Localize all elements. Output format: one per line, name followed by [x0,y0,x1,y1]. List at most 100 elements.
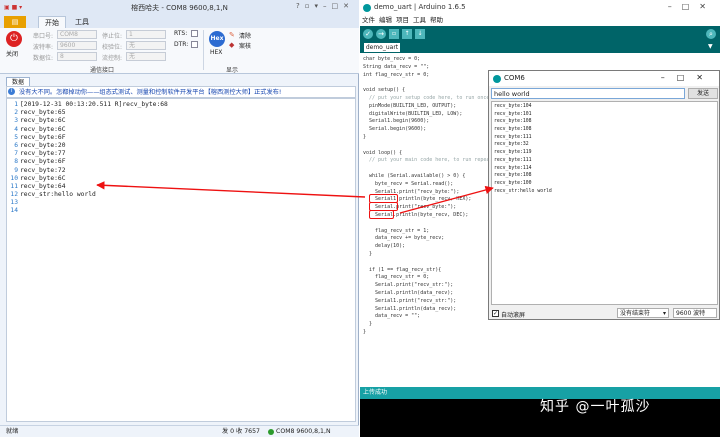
terminal-line: 5 recv_byte:6F [8,134,355,142]
terminal-text: recv_byte:6F [20,133,66,141]
monitor-line: recv_byte:108 [494,119,532,125]
upload-icon[interactable]: → [376,29,386,39]
verify-icon[interactable]: ✓ [363,29,373,39]
sketch-tab[interactable]: demo_uart [364,43,400,52]
flow-select[interactable]: 无 [126,52,166,61]
arduino-logo-icon [363,4,371,12]
ribbon: ⏻ 关闭 串口号: 波特率: 数据位: COM8 9600 8 停止位: 校验位… [0,28,359,74]
quick-access-icons[interactable]: ▣ ■ ▾ [4,4,22,11]
monitor-line: recv_byte:32 [494,142,529,148]
parity-label: 校验位: [102,44,123,51]
autoscroll-label: 自动滚屏 [501,312,526,319]
window-controls[interactable]: ?▫▾–□✕ [296,2,354,10]
terminal-text: [2019-12-31 00:13:20.511 R]recv_byte:68 [20,101,168,108]
terminal-line: 10 recv_byte:6C [8,175,355,183]
terminal-line: 7 recv_byte:77 [8,150,355,158]
receive-terminal[interactable]: 1 [2019-12-31 00:13:20.511 R]recv_byte:68… [6,98,356,422]
left-status-bar: 就绪 发 0 收 7657 COM8 9600,8,1,N [0,425,359,437]
arduino-menu-bar: 文件 编辑 项目 工具 帮助 [360,15,720,26]
save-sketch-icon[interactable]: ↓ [415,29,425,39]
port-select[interactable]: COM8 [57,30,97,39]
tab-menu-icon[interactable]: ▼ [708,43,713,50]
group-serial-label: 通信接口 [90,67,115,74]
menu-item[interactable]: 文件 [362,16,375,24]
menu-item[interactable]: 项目 [396,16,409,24]
line-number: 13 [10,199,18,207]
stopbits-label: 停止位: [102,33,123,40]
stopbits-select[interactable]: 1 [126,30,166,39]
send-button[interactable]: 发送 [688,88,718,99]
data-tab[interactable]: 数据 [6,77,30,86]
line-number: 7 [14,150,18,158]
terminal-text: recv_byte:6C [20,174,66,182]
terminal-line: 6 recv_byte:20 [8,142,355,150]
serial-assistant-window: 榕西哈夫 - COM8 9600,8,1,N ▣ ■ ▾ ?▫▾–□✕ ▤ 开始… [0,0,359,437]
save-button[interactable]: 案核 [239,41,251,50]
databits-select[interactable]: 8 [57,52,97,61]
terminal-line: 13 [8,199,355,207]
autoscroll-checkbox[interactable]: ✓ [492,310,499,317]
monitor-line: recv_byte:100 [494,180,532,186]
monitor-line: recv_byte:119 [494,150,532,156]
terminal-line: 4 recv_byte:6C [8,126,355,134]
monitor-output[interactable]: recv_byte:104 recv_byte:101 recv_byte:108r… [491,101,718,305]
new-icon[interactable]: ▫ [389,29,399,39]
port-label: 串口号: [33,33,54,40]
rts-checkbox[interactable] [191,30,198,37]
menu-item[interactable]: 工具 [413,16,426,24]
group-display-label: 显示 [226,67,239,74]
monitor-window-controls[interactable]: –□✕ [661,73,715,82]
tab-tools[interactable]: 工具 [68,16,96,28]
terminal-line: 14 [8,207,355,215]
parity-select[interactable]: 无 [126,41,166,50]
monitor-bottom-bar: ✓ 自动滚屏 没有结束符 ▾ 9600 波特 [489,307,719,320]
serial-monitor-icon[interactable]: ⌕ [706,29,716,39]
terminal-text: recv_byte:65 [20,109,66,117]
tab-start[interactable]: 开始 [38,16,66,28]
terminal-line: 3 recv_byte:6C [8,117,355,125]
line-number: 3 [14,117,18,125]
line-number: 14 [10,207,18,215]
line-ending-value: 没有结束符 [620,310,651,317]
terminal-line: 8 recv_byte:6F [8,158,355,166]
terminal-text: recv_byte:20 [20,141,66,149]
flow-label: 流控制: [102,55,123,62]
monitor-line: recv_byte:101 [494,111,532,117]
menu-item[interactable]: 帮助 [430,16,443,24]
baud-select[interactable]: 9600 [57,41,97,50]
close-port-label[interactable]: 关闭 [6,49,18,58]
line-number: 10 [10,174,18,182]
dtr-checkbox[interactable] [191,41,198,48]
clear-button[interactable]: 清除 [239,31,251,40]
ribbon-divider [203,30,204,70]
notice-text[interactable]: 没有大不同。怎都掉动你——组态式测试、测量和控制软件开发平台【榕西测控大师】正式… [19,89,281,96]
monitor-line: recv_byte:104 [494,104,532,109]
baud-rate-select[interactable]: 9600 波特 [673,308,717,318]
arduino-window-controls[interactable]: –□✕ [668,2,716,11]
hex-label[interactable]: HEX [210,49,222,56]
monitor-input[interactable]: hello world [491,88,685,99]
terminal-text: recv_byte:6C [20,125,66,133]
eraser-icon: ✎ [229,31,235,39]
menu-item[interactable]: 编辑 [379,16,392,24]
line-ending-select[interactable]: 没有结束符 ▾ [617,308,669,318]
monitor-logo-icon [493,75,501,83]
terminal-text: recv_byte:6F [20,158,66,166]
arduino-title: demo_uart | Arduino 1.6.5 [360,0,720,15]
power-icon[interactable]: ⏻ [6,31,22,47]
open-icon[interactable]: ↑ [402,29,412,39]
code-line: } [363,321,373,328]
terminal-line: 9 recv_byte:72 [8,167,355,175]
line-number: 11 [10,182,18,190]
databits-label: 数据位: [33,55,54,62]
rts-label: RTS: [174,30,188,37]
line-number: 2 [14,109,18,117]
notice-link[interactable]: 没有大不同。怎都掉动你——组态式测试、测量和控制软件开发平台【榕西测控大师】正式… [6,86,356,98]
code-line: char byte_recv = 0; [363,56,421,62]
monitor-line: recv_str:hello world [494,188,552,194]
hex-icon[interactable]: Hex [209,31,225,47]
status-ready: 就绪 [6,428,19,435]
app-menu-button[interactable]: ▤ [4,16,26,28]
baud-rate-value: 9600 波特 [676,310,706,317]
terminal-line: 1 [2019-12-31 00:13:20.511 R]recv_byte:68 [8,101,355,109]
